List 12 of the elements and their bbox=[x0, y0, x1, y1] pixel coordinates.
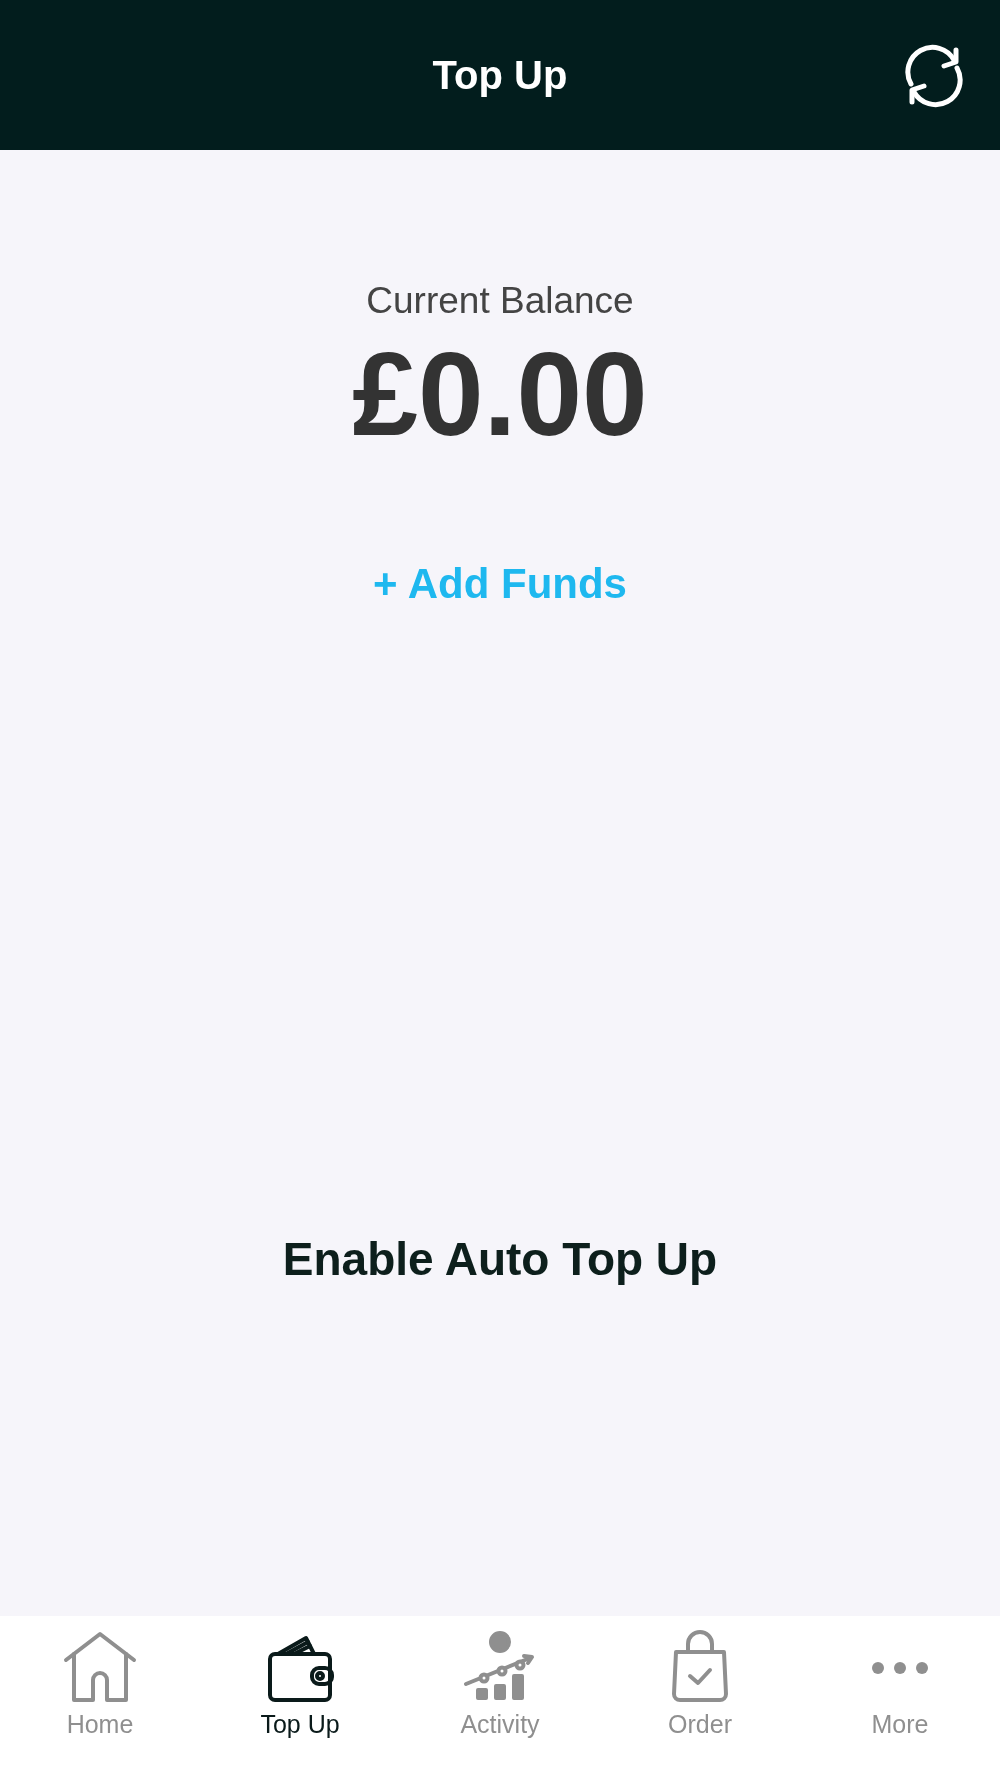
tab[interactable]: Order bbox=[600, 1616, 800, 1778]
tab[interactable]: Activity bbox=[400, 1616, 600, 1778]
screen-title: Top Up bbox=[432, 52, 568, 98]
balance-label: Current Balance bbox=[366, 280, 634, 322]
tab[interactable]: More bbox=[800, 1616, 1000, 1778]
tab[interactable]: Home bbox=[0, 1616, 200, 1778]
balance-amount: £0.00 bbox=[352, 330, 648, 460]
auto-top-up-label[interactable]: Enable Auto Top Up bbox=[282, 1232, 718, 1286]
add-funds-link[interactable]: + Add Funds bbox=[373, 559, 627, 608]
refresh-icon bbox=[902, 44, 966, 108]
tab[interactable]: Top Up bbox=[200, 1616, 400, 1778]
more-icon bbox=[869, 1660, 931, 1676]
